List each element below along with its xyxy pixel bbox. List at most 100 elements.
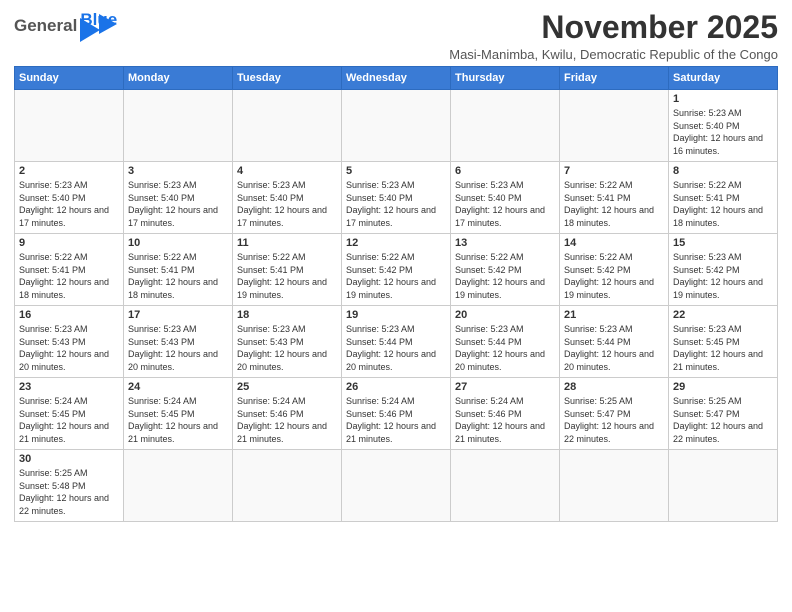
day-number: 20 [455,309,555,321]
logo-area: General Blue [14,10,119,42]
month-title: November 2025 [449,10,778,45]
calendar-cell: 11 Sunrise: 5:22 AMSunset: 5:41 PMDayligh… [233,234,342,306]
calendar-week-2: 2Sunrise: 5:23 AMSunset: 5:40 PMDaylight… [15,162,778,234]
day-info: Sunrise: 5:22 AMSunset: 5:42 PMDaylight:… [346,251,446,301]
calendar-cell [233,450,342,521]
calendar-cell: 20Sunrise: 5:23 AMSunset: 5:44 PMDayligh… [451,306,560,378]
calendar-cell: 29 Sunrise: 5:25 AMSunset: 5:47 PMDayligh… [669,378,778,450]
day-info: Sunrise: 5:22 AMSunset: 5:42 PMDaylight:… [564,251,664,301]
day-number: 25 [237,381,337,393]
day-number: 18 [237,309,337,321]
day-number: 16 [19,309,119,321]
day-number: 3 [128,165,228,177]
day-info: Sunrise: 5:25 AMSunset: 5:47 PMDaylight:… [673,395,773,445]
day-number: 8 [673,165,773,177]
day-number: 12 [346,237,446,249]
day-number: 9 [19,237,119,249]
calendar-cell [560,90,669,162]
day-info: Sunrise: 5:22 AMSunset: 5:41 PMDaylight:… [673,179,773,229]
calendar-cell: 27 Sunrise: 5:24 AMSunset: 5:46 PMDayligh… [451,378,560,450]
calendar-cell: 30 Sunrise: 5:25 AMSunset: 5:48 PMDayligh… [15,450,124,521]
day-number: 4 [237,165,337,177]
day-number: 1 [673,93,773,105]
day-number: 21 [564,309,664,321]
weekday-header-thursday: Thursday [451,67,560,90]
logo-icon [95,12,119,36]
day-info: Sunrise: 5:25 AMSunset: 5:48 PMDaylight:… [19,467,119,517]
calendar-week-6: 30 Sunrise: 5:25 AMSunset: 5:48 PMDayligh… [15,450,778,521]
day-number: 23 [19,381,119,393]
calendar-cell [124,90,233,162]
day-number: 28 [564,381,664,393]
calendar-cell: 12 Sunrise: 5:22 AMSunset: 5:42 PMDayligh… [342,234,451,306]
calendar-cell: 10 Sunrise: 5:22 AMSunset: 5:41 PMDayligh… [124,234,233,306]
weekday-header-friday: Friday [560,67,669,90]
day-number: 26 [346,381,446,393]
day-info: Sunrise: 5:23 AMSunset: 5:40 PMDaylight:… [128,179,228,229]
calendar-cell: 17Sunrise: 5:23 AMSunset: 5:43 PMDayligh… [124,306,233,378]
day-number: 11 [237,237,337,249]
day-number: 7 [564,165,664,177]
day-number: 22 [673,309,773,321]
day-info: Sunrise: 5:22 AMSunset: 5:41 PMDaylight:… [564,179,664,229]
calendar-cell [342,90,451,162]
day-number: 13 [455,237,555,249]
calendar-cell: 23 Sunrise: 5:24 AMSunset: 5:45 PMDayligh… [15,378,124,450]
calendar-cell: 25 Sunrise: 5:24 AMSunset: 5:46 PMDayligh… [233,378,342,450]
day-number: 10 [128,237,228,249]
day-info: Sunrise: 5:23 AMSunset: 5:40 PMDaylight:… [19,179,119,229]
day-info: Sunrise: 5:23 AMSunset: 5:44 PMDaylight:… [346,323,446,373]
day-info: Sunrise: 5:22 AMSunset: 5:41 PMDaylight:… [237,251,337,301]
calendar-cell: 2Sunrise: 5:23 AMSunset: 5:40 PMDaylight… [15,162,124,234]
calendar-cell [15,90,124,162]
day-number: 27 [455,381,555,393]
day-info: Sunrise: 5:23 AMSunset: 5:45 PMDaylight:… [673,323,773,373]
weekday-header-tuesday: Tuesday [233,67,342,90]
day-info: Sunrise: 5:24 AMSunset: 5:45 PMDaylight:… [19,395,119,445]
day-info: Sunrise: 5:23 AMSunset: 5:40 PMDaylight:… [455,179,555,229]
day-info: Sunrise: 5:22 AMSunset: 5:42 PMDaylight:… [455,251,555,301]
calendar-week-3: 9 Sunrise: 5:22 AMSunset: 5:41 PMDaylight… [15,234,778,306]
calendar-cell: 13 Sunrise: 5:22 AMSunset: 5:42 PMDayligh… [451,234,560,306]
header: General Blue November 2025 Masi-Manimba,… [14,10,778,62]
calendar-cell: 14 Sunrise: 5:22 AMSunset: 5:42 PMDayligh… [560,234,669,306]
calendar-cell [451,450,560,521]
calendar-cell: 8 Sunrise: 5:22 AMSunset: 5:41 PMDaylight… [669,162,778,234]
calendar-cell [669,450,778,521]
day-info: Sunrise: 5:24 AMSunset: 5:46 PMDaylight:… [237,395,337,445]
calendar-cell [560,450,669,521]
weekday-header-wednesday: Wednesday [342,67,451,90]
day-number: 17 [128,309,228,321]
calendar-cell: 16Sunrise: 5:23 AMSunset: 5:43 PMDayligh… [15,306,124,378]
day-number: 30 [19,453,119,465]
day-info: Sunrise: 5:22 AMSunset: 5:41 PMDaylight:… [19,251,119,301]
calendar-cell: 19Sunrise: 5:23 AMSunset: 5:44 PMDayligh… [342,306,451,378]
title-area: November 2025 Masi-Manimba, Kwilu, Democ… [449,10,778,62]
calendar-cell [124,450,233,521]
calendar-table: SundayMondayTuesdayWednesdayThursdayFrid… [14,66,778,521]
subtitle: Masi-Manimba, Kwilu, Democratic Republic… [449,47,778,62]
day-number: 5 [346,165,446,177]
calendar-cell [451,90,560,162]
calendar-cell: 6 Sunrise: 5:23 AMSunset: 5:40 PMDaylight… [451,162,560,234]
day-number: 6 [455,165,555,177]
day-info: Sunrise: 5:24 AMSunset: 5:46 PMDaylight:… [455,395,555,445]
calendar-cell: 24 Sunrise: 5:24 AMSunset: 5:45 PMDayligh… [124,378,233,450]
day-number: 14 [564,237,664,249]
calendar-header-row: SundayMondayTuesdayWednesdayThursdayFrid… [15,67,778,90]
day-number: 24 [128,381,228,393]
day-info: Sunrise: 5:24 AMSunset: 5:46 PMDaylight:… [346,395,446,445]
day-info: Sunrise: 5:22 AMSunset: 5:41 PMDaylight:… [128,251,228,301]
day-info: Sunrise: 5:25 AMSunset: 5:47 PMDaylight:… [564,395,664,445]
calendar-cell: 9 Sunrise: 5:22 AMSunset: 5:41 PMDaylight… [15,234,124,306]
day-info: Sunrise: 5:23 AMSunset: 5:40 PMDaylight:… [237,179,337,229]
calendar-cell: 18Sunrise: 5:23 AMSunset: 5:43 PMDayligh… [233,306,342,378]
weekday-header-monday: Monday [124,67,233,90]
day-number: 29 [673,381,773,393]
day-number: 15 [673,237,773,249]
calendar-cell: 4 Sunrise: 5:23 AMSunset: 5:40 PMDaylight… [233,162,342,234]
day-info: Sunrise: 5:24 AMSunset: 5:45 PMDaylight:… [128,395,228,445]
calendar-cell [233,90,342,162]
day-info: Sunrise: 5:23 AMSunset: 5:40 PMDaylight:… [673,107,773,157]
calendar-week-4: 16Sunrise: 5:23 AMSunset: 5:43 PMDayligh… [15,306,778,378]
